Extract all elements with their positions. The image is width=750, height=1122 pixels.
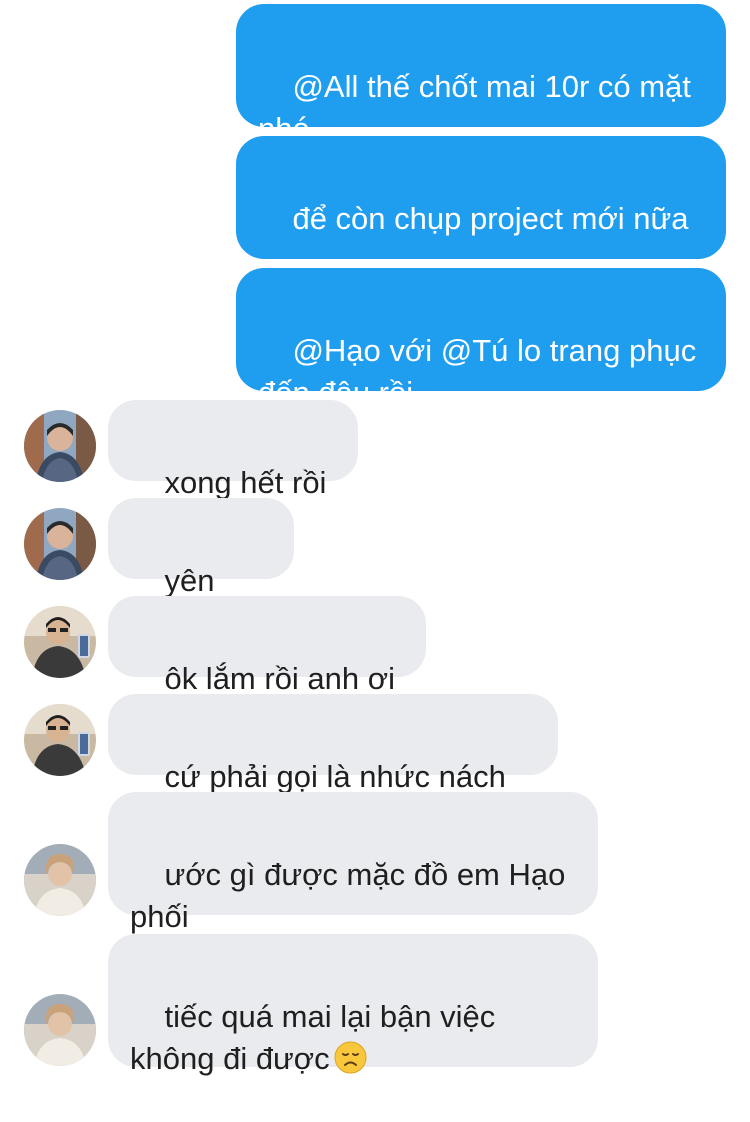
avatar-2[interactable] (24, 704, 96, 776)
incoming-message-bubble[interactable]: cứ phải gọi là nhức nách (108, 694, 558, 794)
avatar-photo (24, 844, 96, 916)
outgoing-message-bubble[interactable]: @Hạo với @Tú lo trang phục đến đâu rồi (236, 268, 726, 410)
incoming-message-bubble[interactable]: xong hết rồi (108, 400, 358, 500)
message-text: xong hết rồi (164, 465, 327, 500)
avatar-3[interactable] (24, 844, 96, 916)
outgoing-message-bubble[interactable]: để còn chụp project mới nữa (236, 136, 726, 259)
avatar-photo (24, 994, 96, 1066)
message-text: @Hạo với @Tú lo trang phục đến đâu rồi (258, 333, 705, 410)
avatar-3[interactable] (24, 994, 96, 1066)
incoming-message-bubble[interactable]: yên tâm (108, 498, 294, 640)
avatar-photo (24, 508, 96, 580)
disappointed-face-icon (334, 1041, 367, 1074)
avatar-photo (24, 606, 96, 678)
message-text: ước gì được mặc đồ em Hạo phối (130, 857, 574, 934)
message-text: cứ phải gọi là nhức nách (164, 759, 506, 794)
avatar-1[interactable] (24, 508, 96, 580)
avatar-photo (24, 410, 96, 482)
incoming-message-bubble[interactable]: tiếc quá mai lại bận việc không đi được (108, 934, 598, 1076)
incoming-message-bubble[interactable]: ước gì được mặc đồ em Hạo phối (108, 792, 598, 934)
avatar-photo (24, 704, 96, 776)
message-text: để còn chụp project mới nữa (292, 201, 689, 236)
avatar-2[interactable] (24, 606, 96, 678)
outgoing-message-bubble[interactable]: @All thế chốt mai 10r có mặt nhé (236, 4, 726, 146)
message-thread: @All thế chốt mai 10r có mặt nhé để còn … (0, 0, 750, 1080)
message-text: tiếc quá mai lại bận việc không đi được (130, 999, 504, 1076)
incoming-message-bubble[interactable]: ôk lắm rồi anh ơi (108, 596, 426, 696)
avatar-1[interactable] (24, 410, 96, 482)
message-text: @All thế chốt mai 10r có mặt nhé (258, 69, 700, 146)
message-text: ôk lắm rồi anh ơi (164, 661, 395, 696)
